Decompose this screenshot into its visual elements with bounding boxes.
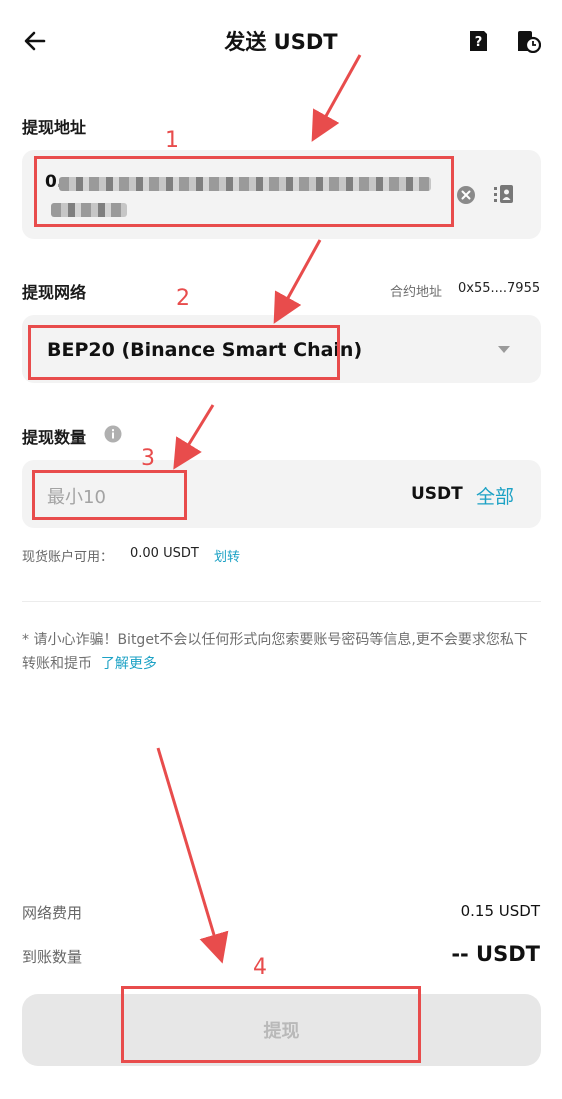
chevron-down-icon[interactable] bbox=[497, 345, 511, 354]
info-icon[interactable] bbox=[104, 425, 122, 443]
network-fee-label: 网络费用 bbox=[22, 904, 83, 922]
scam-warning-text: * 请小心诈骗！Bitget不会以任何形式向您索要账号密码等信息,更不会要求您私… bbox=[22, 632, 528, 672]
help-doc-icon[interactable]: ? bbox=[467, 29, 489, 53]
learn-more-link[interactable]: 了解更多 bbox=[101, 656, 157, 672]
annotation-number-1: 1 bbox=[165, 128, 179, 153]
network-fee-value: 0.15 USDT bbox=[460, 902, 540, 920]
available-balance-label: 现货账户可用： bbox=[22, 550, 114, 565]
annotation-arrow-4 bbox=[156, 747, 229, 964]
annotation-number-3: 3 bbox=[141, 446, 155, 471]
annotation-number-2: 2 bbox=[176, 286, 190, 311]
address-section-label: 提现地址 bbox=[22, 118, 87, 137]
available-balance-value: 0.00 USDT bbox=[130, 546, 199, 561]
divider bbox=[22, 601, 541, 602]
annotation-box-4 bbox=[121, 986, 421, 1063]
annotation-arrow-1 bbox=[311, 54, 362, 142]
max-amount-button[interactable]: 全部 bbox=[476, 482, 514, 509]
receive-amount-label: 到账数量 bbox=[22, 948, 83, 966]
history-record-icon[interactable] bbox=[515, 29, 541, 53]
amount-section-label: 提现数量 bbox=[22, 428, 87, 447]
annotation-number-4: 4 bbox=[253, 955, 267, 980]
annotation-box-1 bbox=[34, 156, 454, 227]
contract-address-value[interactable]: 0x55....7955 bbox=[458, 281, 540, 296]
svg-text:?: ? bbox=[475, 35, 483, 50]
address-book-icon[interactable] bbox=[494, 184, 514, 204]
annotation-box-2 bbox=[28, 325, 340, 380]
amount-currency: USDT bbox=[411, 484, 463, 504]
annotation-arrow-3 bbox=[173, 404, 215, 470]
clear-input-icon[interactable] bbox=[456, 185, 476, 205]
annotation-box-3 bbox=[32, 470, 187, 520]
scam-warning: * 请小心诈骗！Bitget不会以任何形式向您索要账号密码等信息,更不会要求您私… bbox=[22, 628, 534, 676]
transfer-link[interactable]: 划转 bbox=[214, 546, 240, 565]
network-section-label: 提现网络 bbox=[22, 283, 87, 302]
annotation-arrow-2 bbox=[273, 239, 322, 324]
receive-amount-value: -- USDT bbox=[451, 942, 540, 966]
contract-address-label: 合约地址 bbox=[390, 285, 443, 300]
